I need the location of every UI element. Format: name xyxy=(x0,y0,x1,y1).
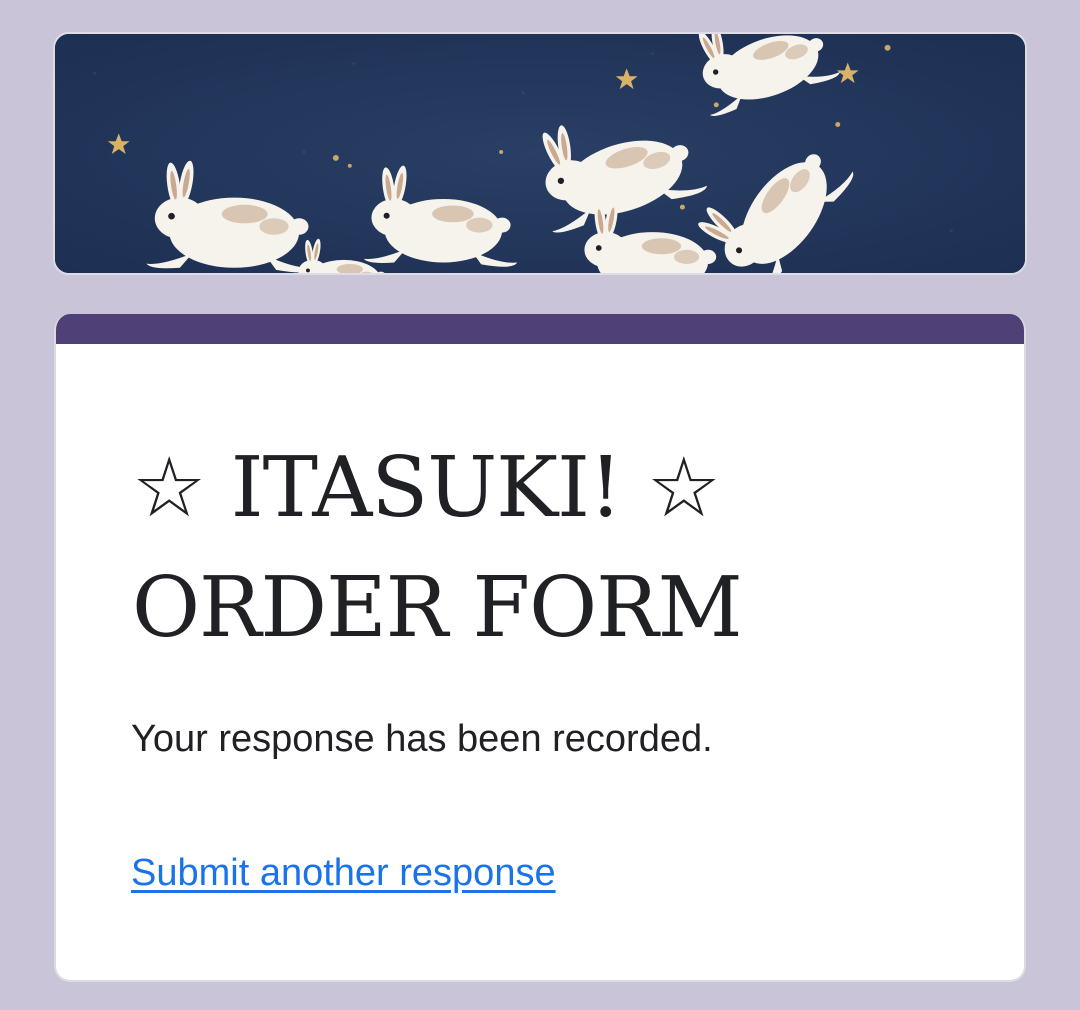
header-banner-image xyxy=(53,32,1027,275)
card-accent-bar xyxy=(56,314,1024,344)
confirmation-card: ☆ ITASUKI! ☆ ORDER FORM Your response ha… xyxy=(54,314,1026,982)
form-title: ☆ ITASUKI! ☆ ORDER FORM xyxy=(132,428,932,668)
rabbits-illustration xyxy=(55,34,1025,273)
submit-another-response-link[interactable]: Submit another response xyxy=(131,852,556,895)
confirmation-message: Your response has been recorded. xyxy=(131,718,713,760)
form-title-line-2: ORDER FORM xyxy=(132,559,743,656)
form-title-line-1: ☆ ITASUKI! ☆ xyxy=(132,439,721,536)
